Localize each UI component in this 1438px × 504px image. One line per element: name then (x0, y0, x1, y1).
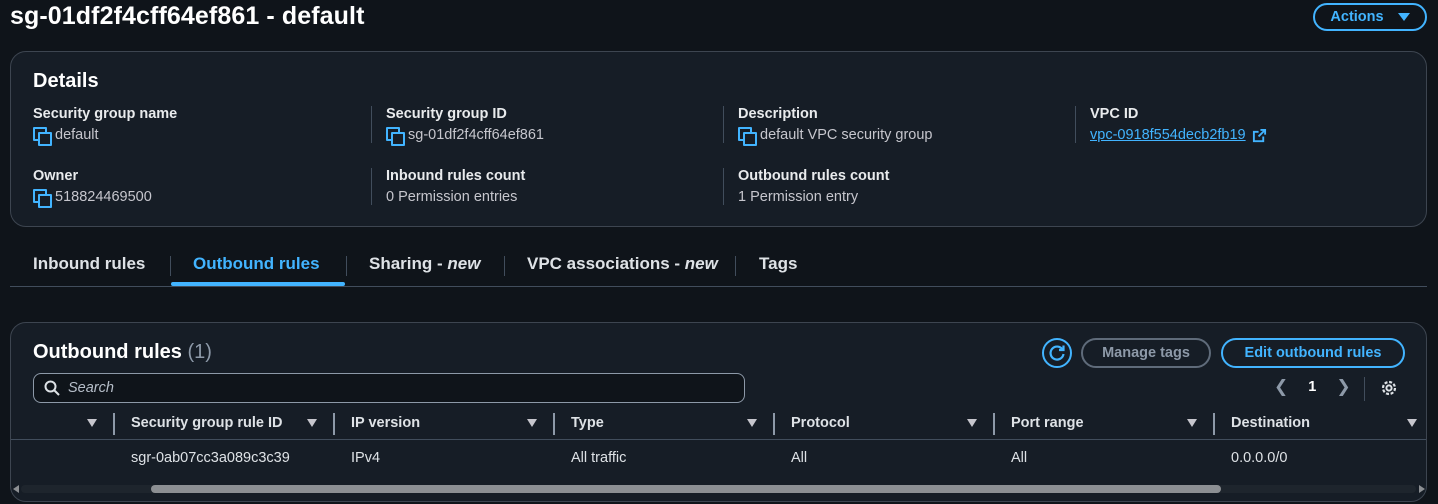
scrollbar-thumb[interactable] (151, 485, 1221, 493)
search-input[interactable] (68, 380, 718, 396)
field-description: Description default VPC security group (723, 106, 933, 146)
actions-label: Actions (1330, 9, 1384, 25)
outbound-rules-panel: Outbound rules (1) Manage tags Edit outb… (10, 322, 1427, 502)
sort-caret-icon[interactable] (1187, 419, 1197, 427)
tab-label: Inbound rules (33, 254, 146, 273)
sort-caret-icon[interactable] (967, 419, 977, 427)
column-resizer[interactable] (1213, 413, 1215, 435)
tab-divider (346, 256, 347, 276)
tab-divider (735, 256, 736, 276)
details-heading: Details (33, 70, 99, 92)
sort-caret-icon[interactable] (307, 419, 317, 427)
rules-count: (1) (187, 341, 212, 363)
tab-label: Sharing - (369, 254, 448, 273)
tab-divider (170, 256, 171, 276)
gear-icon[interactable] (1379, 378, 1399, 398)
field-value: 0 Permission entries (386, 189, 518, 205)
field-value: sg-01df2f4cff64ef861 (408, 127, 544, 143)
pagination: ❮ 1 ❯ (1274, 377, 1351, 397)
scroll-right-icon[interactable] (1419, 485, 1425, 493)
tab-vpc-associations[interactable]: VPC associations - new (527, 254, 718, 274)
actions-button[interactable]: Actions (1313, 3, 1427, 31)
tab-new-badge: new (447, 254, 481, 273)
copy-icon[interactable] (33, 189, 52, 208)
field-value: 518824469500 (55, 189, 152, 205)
column-header-destination[interactable]: Destination (1231, 415, 1310, 431)
field-label: Inbound rules count (386, 168, 526, 184)
copy-icon[interactable] (386, 127, 405, 146)
table-header: Security group rule ID IP version Type P… (11, 407, 1426, 440)
field-label: Security group ID (386, 106, 507, 122)
field-outbound-rules-count: Outbound rules count 1 Permission entry (723, 168, 889, 205)
field-security-group-id: Security group ID sg-01df2f4cff64ef861 (371, 106, 544, 146)
cell-protocol: All (791, 450, 808, 466)
tab-label: Tags (759, 254, 798, 273)
column-resizer[interactable] (333, 413, 335, 435)
tab-label: VPC associations - (527, 254, 685, 273)
tab-inbound-rules[interactable]: Inbound rules (33, 254, 145, 274)
column-resizer[interactable] (113, 413, 115, 435)
column-header-protocol[interactable]: Protocol (791, 415, 850, 431)
field-value: default (55, 127, 99, 143)
current-page[interactable]: 1 (1308, 379, 1316, 395)
field-label: Outbound rules count (738, 168, 890, 184)
field-owner: Owner 518824469500 (33, 168, 152, 208)
field-label: Description (738, 106, 818, 122)
cell-destination: 0.0.0.0/0 (1231, 450, 1288, 466)
panel-title-text: Outbound rules (33, 341, 182, 363)
copy-icon[interactable] (33, 127, 52, 146)
column-header-port-range[interactable]: Port range (1011, 415, 1084, 431)
field-vpc-id: VPC ID vpc-0918f554decb2fb19 (1075, 106, 1267, 143)
column-header-rule-id[interactable]: Security group rule ID (131, 415, 282, 431)
sort-caret-icon[interactable] (87, 419, 97, 427)
refresh-icon (1049, 345, 1065, 361)
tab-tags[interactable]: Tags (759, 254, 797, 274)
chevron-down-icon (1397, 13, 1410, 21)
tab-sharing[interactable]: Sharing - new (369, 254, 480, 274)
tab-new-badge: new (684, 254, 718, 273)
column-header-type[interactable]: Type (571, 415, 604, 431)
copy-icon[interactable] (738, 127, 757, 146)
tab-outbound-rules[interactable]: Outbound rules (193, 254, 320, 274)
edit-outbound-rules-button[interactable]: Edit outbound rules (1221, 338, 1405, 368)
field-security-group-name: Security group name default (33, 106, 178, 146)
table-row[interactable]: sgr-0ab07cc3a089c3c39 IPv4 All traffic A… (11, 441, 1426, 475)
security-group-page: sg-01df2f4cff64ef861 - default Actions D… (0, 0, 1438, 504)
page-title: sg-01df2f4cff64ef861 - default (10, 2, 365, 30)
column-resizer[interactable] (553, 413, 555, 435)
cell-type: All traffic (571, 450, 627, 466)
field-label: Owner (33, 168, 79, 184)
chevron-right-icon[interactable]: ❯ (1336, 377, 1350, 397)
sort-caret-icon[interactable] (527, 419, 537, 427)
column-resizer[interactable] (993, 413, 995, 435)
column-header-ip-version[interactable]: IP version (351, 415, 420, 431)
column-resizer[interactable] (773, 413, 775, 435)
field-value: 1 Permission entry (738, 189, 859, 205)
panel-title: Outbound rules (1) (33, 341, 212, 364)
details-panel: Details Security group name default Secu… (10, 51, 1427, 227)
sort-caret-icon[interactable] (1407, 419, 1417, 427)
horizontal-scrollbar[interactable] (11, 483, 1426, 495)
active-tab-indicator (171, 282, 345, 286)
scroll-left-icon[interactable] (13, 485, 19, 493)
sort-caret-icon[interactable] (747, 419, 757, 427)
search-field (33, 373, 745, 403)
field-inbound-rules-count: Inbound rules count 0 Permission entries (371, 168, 525, 205)
search-icon (44, 380, 60, 396)
cell-ip-version: IPv4 (351, 450, 381, 466)
cell-rule-id: sgr-0ab07cc3a089c3c39 (131, 450, 290, 466)
tab-divider (504, 256, 505, 276)
refresh-button[interactable] (1042, 338, 1072, 368)
vpc-id-link[interactable]: vpc-0918f554decb2fb19 (1090, 127, 1246, 143)
tab-label: Outbound rules (193, 254, 320, 273)
field-label: Security group name (33, 106, 178, 122)
cell-port-range: All (1011, 450, 1028, 466)
field-value: default VPC security group (760, 127, 933, 143)
external-link-icon[interactable] (1252, 128, 1267, 143)
chevron-left-icon[interactable]: ❮ (1274, 377, 1288, 397)
manage-tags-button[interactable]: Manage tags (1081, 338, 1211, 368)
tab-bar: Inbound rules Outbound rules Sharing - n… (10, 245, 1427, 287)
field-label: VPC ID (1090, 106, 1139, 122)
pagination-divider (1364, 377, 1365, 401)
